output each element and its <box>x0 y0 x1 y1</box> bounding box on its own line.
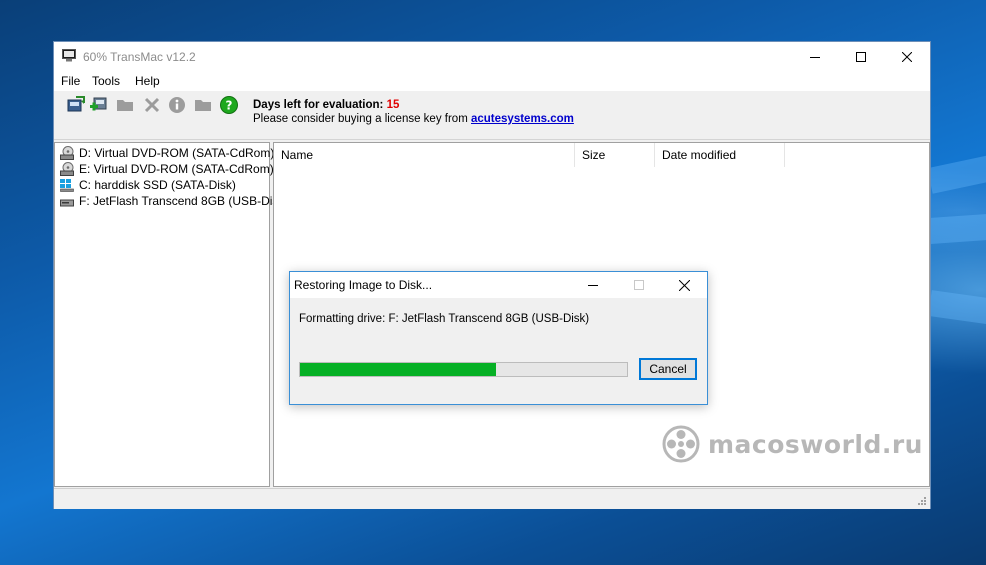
license-message: Please consider buying a license key fro… <box>253 113 574 125</box>
restore-disk-icon[interactable] <box>67 96 85 114</box>
drive-label: C: harddisk SSD (SATA-Disk) <box>79 178 236 192</box>
dialog-message: Formatting drive: F: JetFlash Transcend … <box>299 313 590 325</box>
help-icon[interactable]: ? <box>220 96 238 114</box>
evaluation-notice: Days left for evaluation: 15 <box>253 99 399 111</box>
dialog-close-button[interactable] <box>662 272 707 298</box>
column-header-date-modified[interactable]: Date modified <box>655 143 785 167</box>
app-icon <box>62 49 76 62</box>
watermark-text: macosworld.ru <box>708 429 923 459</box>
resize-grip-icon[interactable] <box>917 496 927 506</box>
watermark: macosworld.ru <box>662 425 923 463</box>
column-header-name[interactable]: Name <box>274 143 575 167</box>
status-bar <box>54 488 930 509</box>
menu-file[interactable]: File <box>61 74 80 88</box>
maximize-icon <box>633 280 644 290</box>
acutesystems-link[interactable]: acutesystems.com <box>471 113 574 125</box>
menu-tools[interactable]: Tools <box>92 74 120 88</box>
days-left-label: Days left for evaluation: <box>253 99 384 111</box>
menu-bar: File Tools Help <box>54 71 930 91</box>
dvd-drive-icon <box>60 162 74 176</box>
window-title: 60% TransMac v12.2 <box>83 50 196 64</box>
minimize-icon <box>587 285 598 286</box>
drive-label: D: Virtual DVD-ROM (SATA-CdRom) <box>79 146 275 160</box>
minimize-button[interactable] <box>792 42 838 71</box>
drive-item-d[interactable]: D: Virtual DVD-ROM (SATA-CdRom) <box>60 145 274 161</box>
cancel-button[interactable]: Cancel <box>639 358 697 380</box>
maximize-icon <box>856 51 866 62</box>
close-button[interactable] <box>884 42 930 71</box>
folder-icon[interactable] <box>116 96 134 114</box>
dvd-drive-icon <box>60 146 74 160</box>
drive-item-c[interactable]: C: harddisk SSD (SATA-Disk) <box>60 177 236 193</box>
close-icon <box>679 279 690 291</box>
title-bar[interactable]: 60% TransMac v12.2 <box>54 42 930 71</box>
folder-icon[interactable] <box>194 96 212 114</box>
minimize-icon <box>810 56 820 58</box>
drive-item-f[interactable]: F: JetFlash Transcend 8GB (USB-Disk) <box>60 193 288 209</box>
close-icon <box>902 51 912 62</box>
film-reel-icon <box>662 425 700 463</box>
add-disk-icon[interactable] <box>90 96 108 114</box>
dialog-title-bar[interactable]: Restoring Image to Disk... <box>290 272 707 298</box>
progress-bar <box>299 362 628 377</box>
drive-label: F: JetFlash Transcend 8GB (USB-Disk) <box>79 194 289 208</box>
windows-disk-icon <box>60 179 74 192</box>
dialog-minimize-button[interactable] <box>570 272 615 298</box>
toolbar: ? Days left for evaluation: 15 Please co… <box>54 91 930 140</box>
dialog-title: Restoring Image to Disk... <box>294 278 433 292</box>
info-icon[interactable] <box>168 96 186 114</box>
svg-text:?: ? <box>226 99 233 113</box>
license-message-text: Please consider buying a license key fro… <box>253 113 468 125</box>
dialog-maximize-button <box>616 272 661 298</box>
delete-icon[interactable] <box>143 96 161 114</box>
maximize-button[interactable] <box>838 42 884 71</box>
column-header-size[interactable]: Size <box>575 143 655 167</box>
usb-disk-icon <box>60 199 74 207</box>
drive-item-e[interactable]: E: Virtual DVD-ROM (SATA-CdRom) <box>60 161 274 177</box>
days-left-count: 15 <box>386 99 400 111</box>
progress-bar-fill <box>300 363 497 376</box>
restore-progress-dialog: Restoring Image to Disk... Formatting dr… <box>289 271 708 405</box>
drive-list: D: Virtual DVD-ROM (SATA-CdRom) E: Virtu… <box>54 142 288 487</box>
desktop-light-beam <box>929 212 986 244</box>
drive-label: E: Virtual DVD-ROM (SATA-CdRom) <box>79 162 274 176</box>
menu-help[interactable]: Help <box>135 74 160 88</box>
